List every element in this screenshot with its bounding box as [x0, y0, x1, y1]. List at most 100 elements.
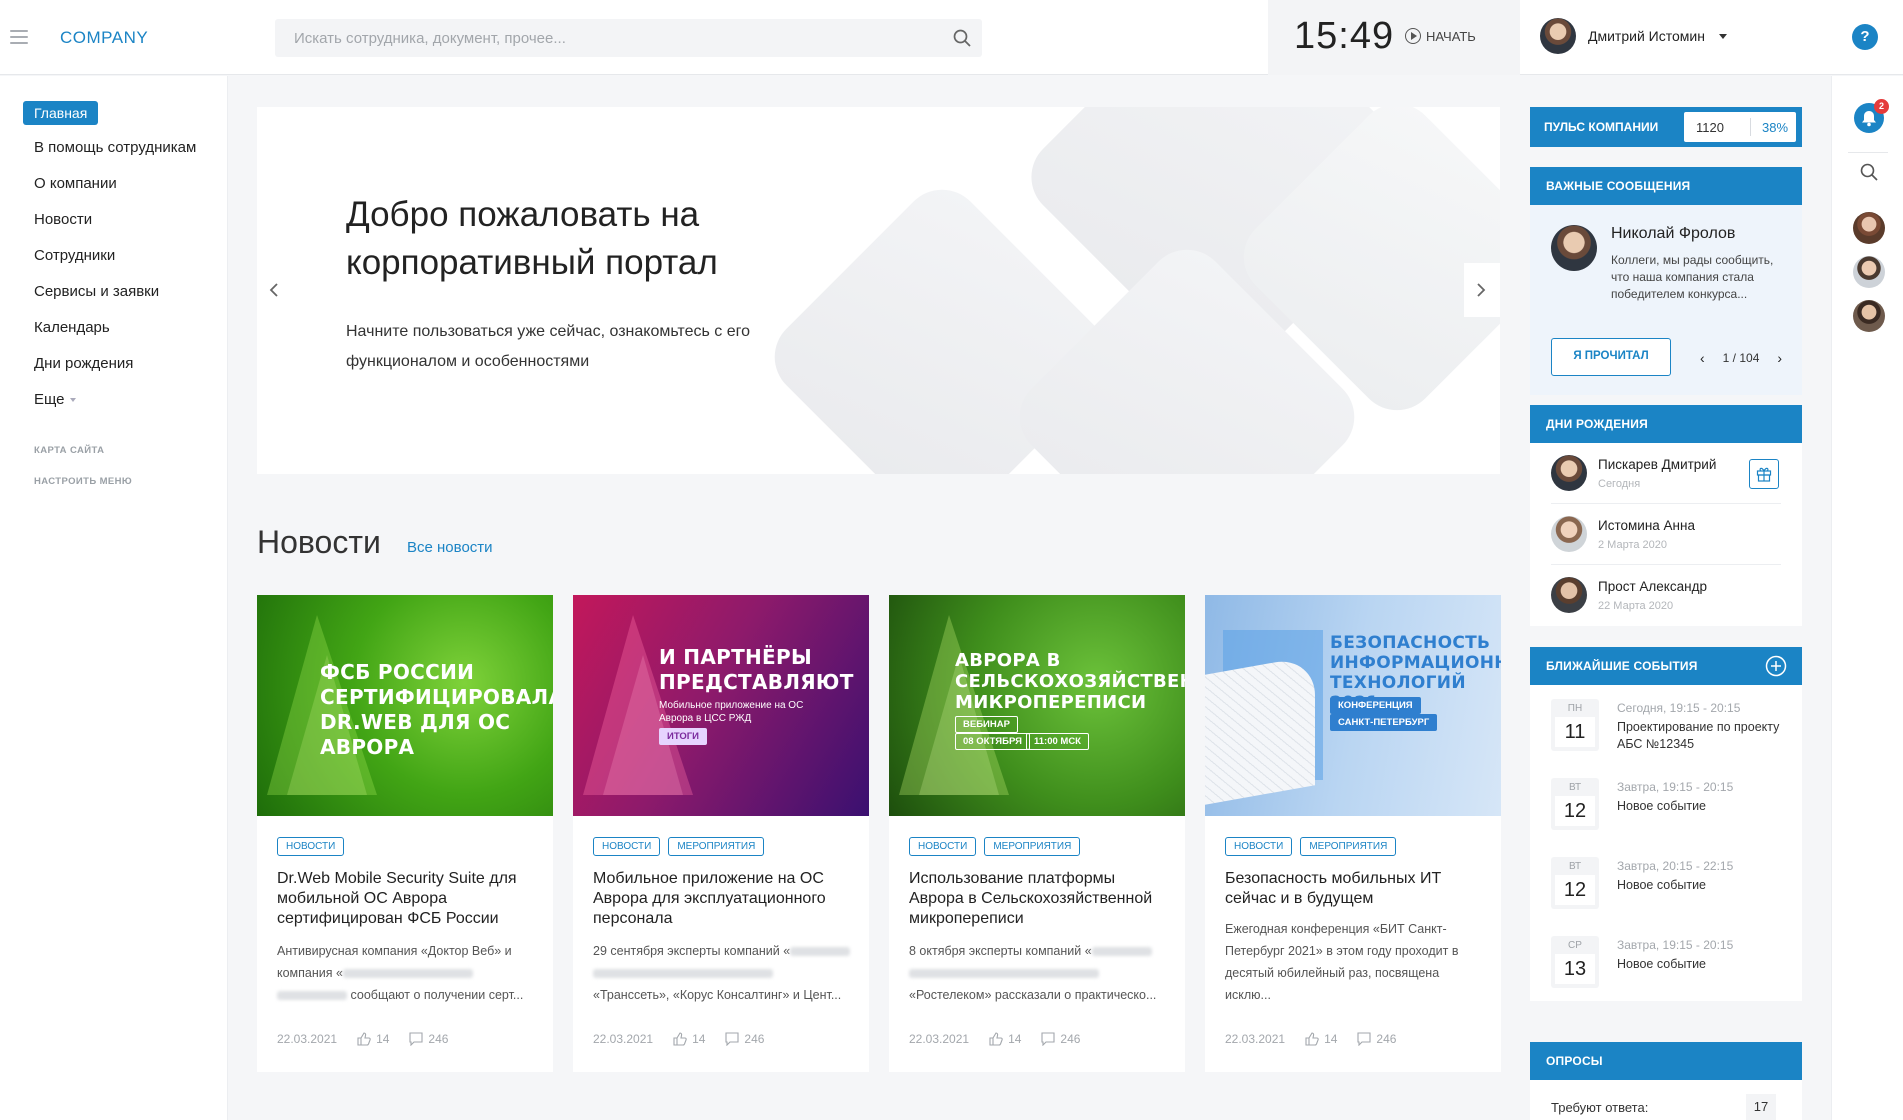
comment-icon[interactable] — [409, 1032, 423, 1046]
tag-news[interactable]: НОВОСТИ — [277, 837, 345, 856]
sidebar-item-news[interactable]: Новости — [34, 211, 92, 228]
news-image: БЕЗОПАСНОСТЬ ИНФОРМАЦИОННЫХ ТЕХНОЛОГИЙ 2… — [1205, 595, 1501, 816]
start-label: НАЧАТЬ — [1426, 28, 1476, 44]
sidebar-item-about[interactable]: О компании — [34, 175, 117, 192]
comment-icon[interactable] — [1357, 1032, 1371, 1046]
chevron-right-icon[interactable]: › — [1777, 350, 1782, 366]
event-time: Завтра, 19:15 - 20:15 — [1617, 938, 1734, 952]
news-excerpt-part1: 8 октября эксперты компаний « — [909, 944, 1092, 958]
news-card[interactable]: АВРОРА В СЕЛЬСКОХОЗЯЙСТВЕННОЙ МИКРОПЕРЕП… — [889, 595, 1185, 1072]
birthday-date: Сегодня — [1598, 478, 1641, 490]
gift-icon[interactable] — [1749, 459, 1779, 489]
contact-avatar[interactable] — [1853, 256, 1885, 288]
news-excerpt-part2: «Транссеть», «Корус Консалтинг» и Цент..… — [593, 988, 842, 1002]
news-card[interactable]: ФСБ РОССИИ СЕРТИФИЦИРОВАЛА DR.WEB ДЛЯ ОС… — [257, 595, 553, 1072]
birthday-item[interactable]: Пискарев Дмитрий Сегодня — [1530, 443, 1802, 504]
user-menu[interactable]: Дмитрий Истомин — [1540, 18, 1727, 54]
add-event-icon[interactable] — [1765, 655, 1787, 677]
news-title[interactable]: Мобильное приложение на ОС Аврора для эк… — [593, 869, 853, 929]
search-icon[interactable] — [952, 28, 972, 48]
slider-next-button[interactable] — [1464, 263, 1500, 317]
polls-label: Требуют ответа: — [1551, 1100, 1649, 1115]
news-card[interactable]: И ПАРТНЁРЫ ПРЕДСТАВЛЯЮТ Мобильное прилож… — [573, 595, 869, 1072]
search-icon[interactable] — [1859, 162, 1879, 182]
redacted-text — [342, 969, 473, 979]
company-pulse-widget[interactable]: ПУЛЬС КОМПАНИИ 1120 38% — [1530, 107, 1802, 147]
sidebar-item-calendar[interactable]: Календарь — [34, 319, 110, 336]
like-icon[interactable] — [357, 1032, 371, 1046]
search-bar[interactable] — [275, 19, 982, 57]
birthday-date: 2 Марта 2020 — [1598, 539, 1668, 551]
customize-menu-link[interactable]: НАСТРОИТЬ МЕНЮ — [34, 476, 132, 487]
mark-read-button[interactable]: Я ПРОЧИТАЛ — [1551, 338, 1671, 376]
like-icon[interactable] — [1305, 1032, 1319, 1046]
event-item[interactable]: ВТ 12 Завтра, 19:15 - 20:15 Новое событие — [1530, 764, 1802, 843]
sidebar-item-home[interactable]: Главная — [23, 101, 99, 125]
hero-subtitle: Начните пользоваться уже сейчас, ознаком… — [346, 323, 750, 370]
person-avatar — [1551, 577, 1587, 613]
sidebar-item-employees[interactable]: Сотрудники — [34, 247, 115, 264]
sidebar-item-birthdays[interactable]: Дни рождения — [34, 355, 133, 372]
tag-events[interactable]: МЕРОПРИЯТИЯ — [984, 837, 1081, 856]
tag-events[interactable]: МЕРОПРИЯТИЯ — [1300, 837, 1397, 856]
tag-list: НОВОСТИ МЕРОПРИЯТИЯ — [909, 837, 1081, 856]
like-icon[interactable] — [673, 1032, 687, 1046]
sitemap-link[interactable]: КАРТА САЙТА — [34, 445, 104, 456]
start-workday-button[interactable]: НАЧАТЬ — [1405, 28, 1476, 44]
comment-icon[interactable] — [1041, 1032, 1055, 1046]
like-icon[interactable] — [989, 1032, 1003, 1046]
chevron-left-icon[interactable]: ‹ — [1700, 350, 1705, 366]
tag-news[interactable]: НОВОСТИ — [593, 837, 661, 856]
search-input[interactable] — [275, 19, 915, 57]
event-item[interactable]: ПН 11 Сегодня, 19:15 - 20:15 Проектирован… — [1530, 685, 1802, 764]
birthday-item[interactable]: Прост Александр 22 Марта 2020 — [1530, 565, 1802, 626]
chevron-down-icon — [69, 398, 76, 403]
polls-summary[interactable]: Требуют ответа: 17 — [1530, 1080, 1802, 1120]
news-title[interactable]: Безопасность мобильных ИТ сейчас и в буд… — [1225, 869, 1485, 909]
menu-icon[interactable] — [10, 30, 28, 44]
person-avatar — [1551, 455, 1587, 491]
contact-avatar[interactable] — [1853, 300, 1885, 332]
all-news-link[interactable]: Все новости — [407, 539, 493, 556]
like-count: 14 — [1324, 1032, 1338, 1046]
comment-count: 246 — [1060, 1032, 1081, 1046]
event-item[interactable]: СР 13 Завтра, 19:15 - 20:15 Новое событие — [1530, 922, 1802, 1001]
event-date: ВТ 12 — [1551, 778, 1599, 830]
like-count: 14 — [692, 1032, 706, 1046]
contact-avatar[interactable] — [1853, 212, 1885, 244]
help-icon[interactable]: ? — [1852, 24, 1878, 50]
event-name: Новое событие — [1617, 957, 1707, 971]
tag-events[interactable]: МЕРОПРИЯТИЯ — [668, 837, 765, 856]
company-logo[interactable]: COMPANY — [60, 28, 148, 48]
news-title[interactable]: Dr.Web Mobile Security Suite для мобильн… — [277, 869, 537, 929]
sidebar-item-help[interactable]: В помощь сотрудникам — [34, 139, 196, 156]
news-date: 22.03.2021 — [593, 1032, 654, 1046]
news-date: 22.03.2021 — [277, 1032, 338, 1046]
comment-icon[interactable] — [725, 1032, 739, 1046]
news-meta: 22.03.2021 14 246 — [593, 1032, 764, 1046]
sidebar-item-more[interactable]: Еще — [34, 391, 76, 408]
tag-news[interactable]: НОВОСТИ — [1225, 837, 1293, 856]
like-count: 14 — [376, 1032, 390, 1046]
slider-prev-button[interactable] — [257, 263, 293, 317]
redacted-text — [790, 947, 851, 957]
tag-news[interactable]: НОВОСТИ — [909, 837, 977, 856]
person-name: Пискарев Дмитрий — [1598, 457, 1717, 472]
news-card[interactable]: БЕЗОПАСНОСТЬ ИНФОРМАЦИОННЫХ ТЕХНОЛОГИЙ 2… — [1205, 595, 1501, 1072]
pulse-count: 1120 — [1696, 120, 1724, 135]
image-badge: ВЕБИНАР — [955, 716, 1018, 733]
person-name: Прост Александр — [1598, 579, 1707, 594]
pulse-stats: 1120 38% — [1684, 112, 1796, 142]
event-time: Сегодня, 19:15 - 20:15 — [1617, 701, 1741, 715]
news-image: АВРОРА В СЕЛЬСКОХОЗЯЙСТВЕННОЙ МИКРОПЕРЕП… — [889, 595, 1185, 816]
news-excerpt: Ежегодная конференция «БИТ Санкт-Петербу… — [1225, 918, 1487, 1006]
sidebar-item-services[interactable]: Сервисы и заявки — [34, 283, 159, 300]
news-meta: 22.03.2021 14 246 — [1225, 1032, 1396, 1046]
event-weekday: СР — [1568, 940, 1582, 951]
event-item[interactable]: ВТ 12 Завтра, 20:15 - 22:15 Новое событие — [1530, 843, 1802, 922]
birthday-date: 22 Марта 2020 — [1598, 600, 1674, 612]
news-title[interactable]: Использование платформы Аврора в Сельско… — [909, 869, 1169, 929]
notification-badge: 2 — [1874, 99, 1889, 114]
birthday-item[interactable]: Истомина Анна 2 Марта 2020 — [1530, 504, 1802, 565]
event-date: ПН 11 — [1551, 699, 1599, 751]
